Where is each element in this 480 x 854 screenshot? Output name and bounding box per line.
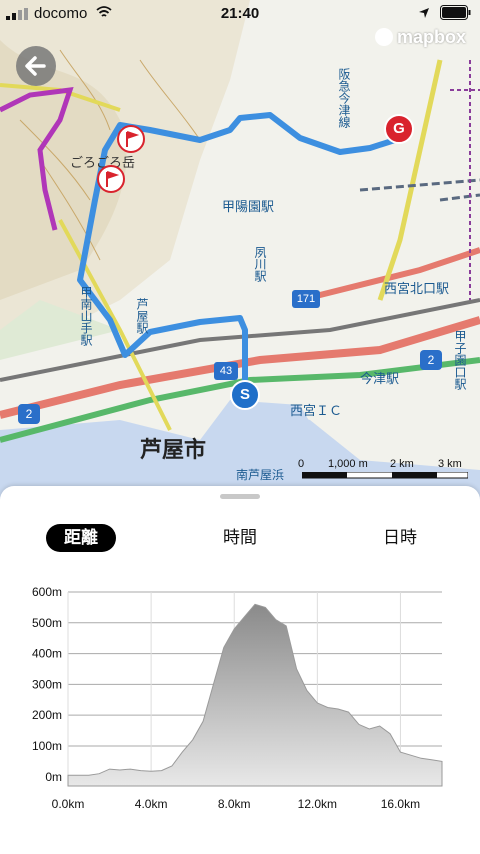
map-scale-bar: 0 1,000 m 2 km 3 km bbox=[298, 458, 470, 486]
route-shield-43: 43 bbox=[214, 362, 238, 380]
map-canvas bbox=[0, 0, 480, 500]
x-tick-label: 12.0km bbox=[298, 797, 337, 811]
x-tick-label: 0.0km bbox=[52, 797, 85, 811]
map-label-ashiya-station: 芦屋駅 bbox=[135, 298, 149, 334]
map-label-shukugawa: 夙川駅 bbox=[253, 246, 267, 282]
map-view[interactable]: 芦屋市 甲陽園駅 西宮ＩＣ 西宮北口駅 今津駅 阪急今津線 芦屋駅 甲南山手駅 … bbox=[0, 0, 480, 500]
map-label-imazu: 今津駅 bbox=[360, 371, 400, 386]
y-tick-label: 0m bbox=[45, 770, 62, 784]
mapbox-logo: mapbox bbox=[374, 26, 466, 48]
y-tick-label: 300m bbox=[32, 677, 62, 691]
map-label-koshienguchi: 甲子園口駅 bbox=[453, 330, 467, 390]
tab-time[interactable]: 時間 bbox=[205, 524, 275, 552]
goal-marker[interactable]: G bbox=[384, 114, 414, 144]
elevation-chart[interactable]: 0m 100m 200m 300m 400m 500m 600m 0.0km 4.0km 8.0… bbox=[0, 578, 480, 818]
back-button[interactable] bbox=[16, 46, 56, 86]
flag-marker-icon[interactable] bbox=[116, 124, 146, 154]
location-arrow-icon bbox=[419, 8, 429, 18]
bottom-sheet[interactable]: 距離 時間 日時 0m 100m 200m 300m 400m 500m 600m 0.0k… bbox=[0, 486, 480, 854]
mapbox-logo-icon bbox=[374, 28, 393, 46]
scale-bar-graphic bbox=[302, 472, 468, 479]
start-marker[interactable]: S bbox=[230, 380, 260, 410]
x-tick-label: 16.0km bbox=[381, 797, 420, 811]
status-bar: docomo 21:40 bbox=[0, 0, 480, 26]
scale-label-0: 0 bbox=[298, 458, 305, 470]
chart-axis-tabs: 距離 時間 日時 bbox=[0, 524, 480, 552]
tab-time-label: 時間 bbox=[223, 528, 257, 547]
scale-label-2km: 2 km bbox=[390, 458, 414, 470]
y-tick-label: 400m bbox=[32, 647, 62, 661]
map-label-nishinomiya-ic: 西宮ＩＣ bbox=[290, 403, 343, 418]
map-label-hankyu-imazu-line: 阪急今津線 bbox=[337, 68, 351, 128]
mapbox-logo-text: mapbox bbox=[396, 26, 466, 47]
y-tick-label: 600m bbox=[32, 585, 62, 599]
x-tick-label: 8.0km bbox=[218, 797, 251, 811]
goal-marker-label: G bbox=[393, 120, 405, 137]
scale-label-1000m: 1,000 m bbox=[328, 458, 368, 470]
map-label-ashiya-city: 芦屋市 bbox=[140, 437, 207, 462]
tab-datetime-label: 日時 bbox=[383, 528, 417, 547]
map-label-minami-ashiya: 南芦屋浜 bbox=[236, 468, 285, 482]
route-shield-2-east: 2 bbox=[420, 350, 442, 370]
tab-datetime[interactable]: 日時 bbox=[365, 524, 435, 552]
route-shield-171: 171 bbox=[292, 290, 320, 308]
status-time: 21:40 bbox=[220, 5, 260, 22]
map-label-koyoen-station: 甲陽園駅 bbox=[222, 199, 275, 214]
battery-icon bbox=[440, 5, 471, 20]
y-tick-label: 100m bbox=[32, 739, 62, 753]
flag-marker-icon[interactable] bbox=[96, 164, 126, 194]
y-tick-label: 200m bbox=[32, 708, 62, 722]
map-label-konan-yamate: 甲南山手駅 bbox=[79, 286, 93, 346]
tab-distance[interactable]: 距離 bbox=[46, 524, 116, 552]
route-shield-2-west: 2 bbox=[18, 404, 40, 424]
tab-distance-label: 距離 bbox=[64, 528, 98, 547]
map-label-nishinomiya-kitaguchi: 西宮北口駅 bbox=[384, 281, 450, 296]
start-marker-label: S bbox=[239, 386, 250, 403]
back-arrow-icon bbox=[25, 56, 46, 76]
scale-label-3km: 3 km bbox=[438, 458, 462, 470]
sheet-drag-handle[interactable] bbox=[220, 494, 260, 499]
y-tick-label: 500m bbox=[32, 616, 62, 630]
x-tick-label: 4.0km bbox=[135, 797, 168, 811]
elevation-area bbox=[67, 603, 443, 787]
